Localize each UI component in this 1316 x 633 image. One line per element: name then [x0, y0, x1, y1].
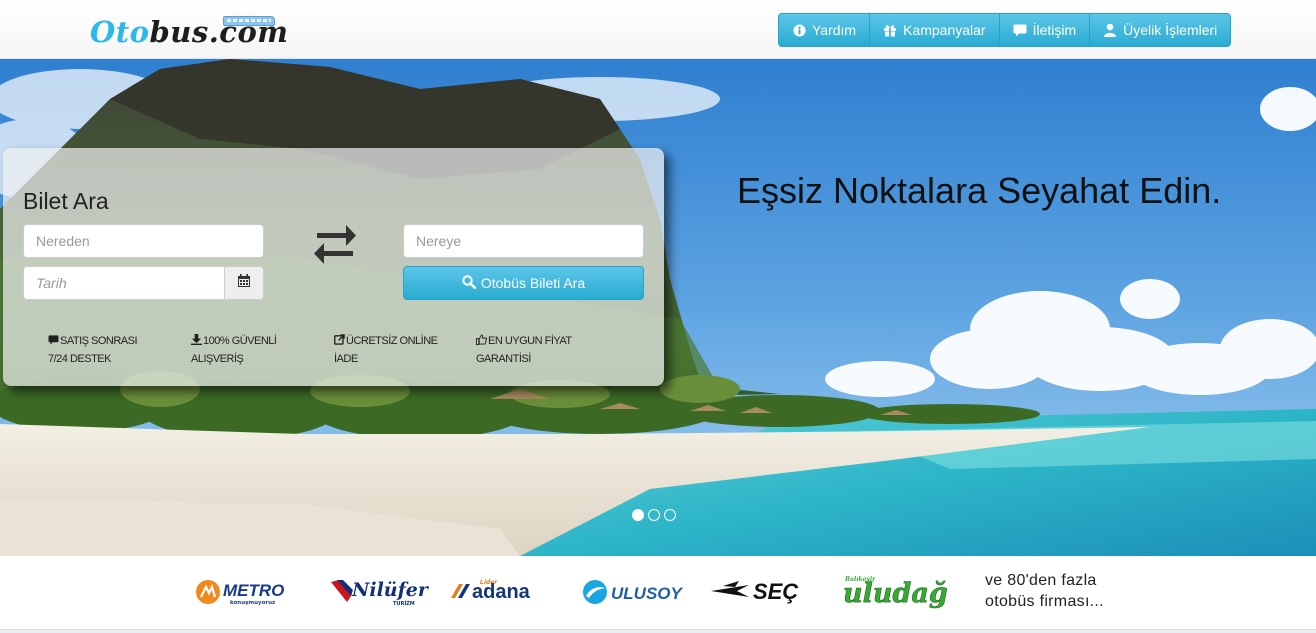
share-icon [334, 334, 345, 351]
nav-contact-label: İletişim [1032, 22, 1077, 38]
partners-text-line1: ve 80'den fazla [985, 572, 1097, 589]
calendar-icon [237, 273, 251, 293]
carousel-dot-1[interactable] [632, 509, 644, 521]
destination-input[interactable] [403, 224, 644, 258]
feature-best-price: EN UYGUN FİYAT GARANTİSİ [476, 333, 572, 368]
bus-icon [223, 16, 275, 26]
nav-help-label: Yardım [812, 22, 857, 38]
search-title: Bilet Ara [23, 188, 109, 214]
nav-campaigns-label: Kampanyalar [903, 22, 986, 38]
nav-membership-button[interactable]: Üyelik İşlemleri [1089, 13, 1232, 47]
feature-secure-line2: ALIŞVERİŞ [191, 353, 244, 365]
feature-refund-line1: ÜCRETSİZ ONLİNE [346, 335, 438, 347]
page-bottom-divider [0, 629, 1316, 633]
feature-best-price-line2: GARANTİSİ [476, 353, 531, 365]
download-icon [191, 334, 202, 351]
search-tickets-label: Otobüs Bileti Ara [480, 275, 586, 291]
gift-icon [883, 23, 897, 37]
info-circle-icon [792, 23, 806, 37]
partner-uludag-name: uludağ [843, 578, 948, 609]
partner-logo-ulusoy[interactable]: ULUSOY [583, 579, 693, 610]
origin-input[interactable] [23, 224, 264, 258]
nav-campaigns-button[interactable]: Kampanyalar [869, 13, 999, 47]
logo-text-part1: Oto [90, 15, 150, 49]
partner-logo-sec[interactable]: SEÇ [709, 577, 824, 610]
partner-logos-strip: METRO konuşmuyoruz Nilüfer TURİZM Lider … [0, 556, 1316, 629]
search-icon [462, 274, 477, 292]
partner-nilufer-sub: TURİZM [393, 600, 415, 607]
feature-refund-line2: İADE [334, 353, 358, 365]
ticket-search-panel: Bilet Ara Otobüs Bileti Ara SATIŞ SO [3, 148, 664, 386]
partner-logo-adana[interactable]: Lider adana [450, 576, 568, 611]
feature-secure-line1: 100% GÜVENLİ [203, 335, 277, 347]
feature-support: SATIŞ SONRASI 7/24 DESTEK [48, 333, 138, 368]
partner-nilufer-name: Nilüfer [351, 579, 429, 601]
thumbs-up-icon [476, 334, 488, 351]
feature-support-line2: 7/24 DESTEK [48, 353, 111, 365]
partner-metro-name: METRO [223, 581, 284, 600]
feature-secure: 100% GÜVENLİ ALIŞVERİŞ [191, 333, 277, 368]
partner-ulusoy-name: ULUSOY [611, 584, 684, 603]
partner-logo-metro[interactable]: METRO konuşmuyoruz [196, 578, 306, 611]
carousel-indicators [632, 509, 676, 521]
hero-headline: Eşsiz Noktalara Seyahat Edin. [737, 170, 1222, 211]
site-logo[interactable]: Otobus.com [90, 14, 288, 50]
nav-membership-label: Üyelik İşlemleri [1123, 22, 1218, 38]
nav-contact-button[interactable]: İletişim [998, 13, 1090, 47]
feature-support-line1: SATIŞ SONRASI [60, 335, 138, 347]
comment-icon [48, 334, 59, 351]
partner-sec-name: SEÇ [753, 579, 798, 604]
partners-text-line2: otobüs firması... [985, 593, 1104, 610]
partner-adana-name: adana [472, 581, 531, 603]
feature-refund: ÜCRETSİZ ONLİNE İADE [334, 333, 438, 368]
partner-logo-nilufer[interactable]: Nilüfer TURİZM [329, 576, 430, 613]
nav-help-button[interactable]: Yardım [778, 13, 870, 47]
site-header: Otobus.com Yardım Kampanyalar İletişim Ü… [0, 0, 1316, 59]
calendar-button[interactable] [224, 266, 264, 300]
partner-logo-uludag[interactable]: Balıkesir uludağ [841, 572, 966, 615]
search-tickets-button[interactable]: Otobüs Bileti Ara [403, 266, 644, 300]
comment-icon [1013, 23, 1027, 37]
exchange-arrows-icon[interactable] [313, 224, 357, 266]
feature-best-price-line1: EN UYGUN FİYAT [488, 335, 572, 347]
carousel-dot-2[interactable] [648, 509, 660, 521]
hero-carousel: Eşsiz Noktalara Seyahat Edin. Bilet Ara … [0, 59, 1316, 556]
carousel-dot-3[interactable] [664, 509, 676, 521]
partner-metro-sub: konuşmuyoruz [230, 600, 275, 606]
partners-more-text: ve 80'den fazla otobüs firması... [985, 570, 1104, 612]
top-nav: Yardım Kampanyalar İletişim Üyelik İşlem… [778, 13, 1232, 47]
date-input[interactable] [23, 266, 225, 300]
user-icon [1103, 23, 1117, 37]
